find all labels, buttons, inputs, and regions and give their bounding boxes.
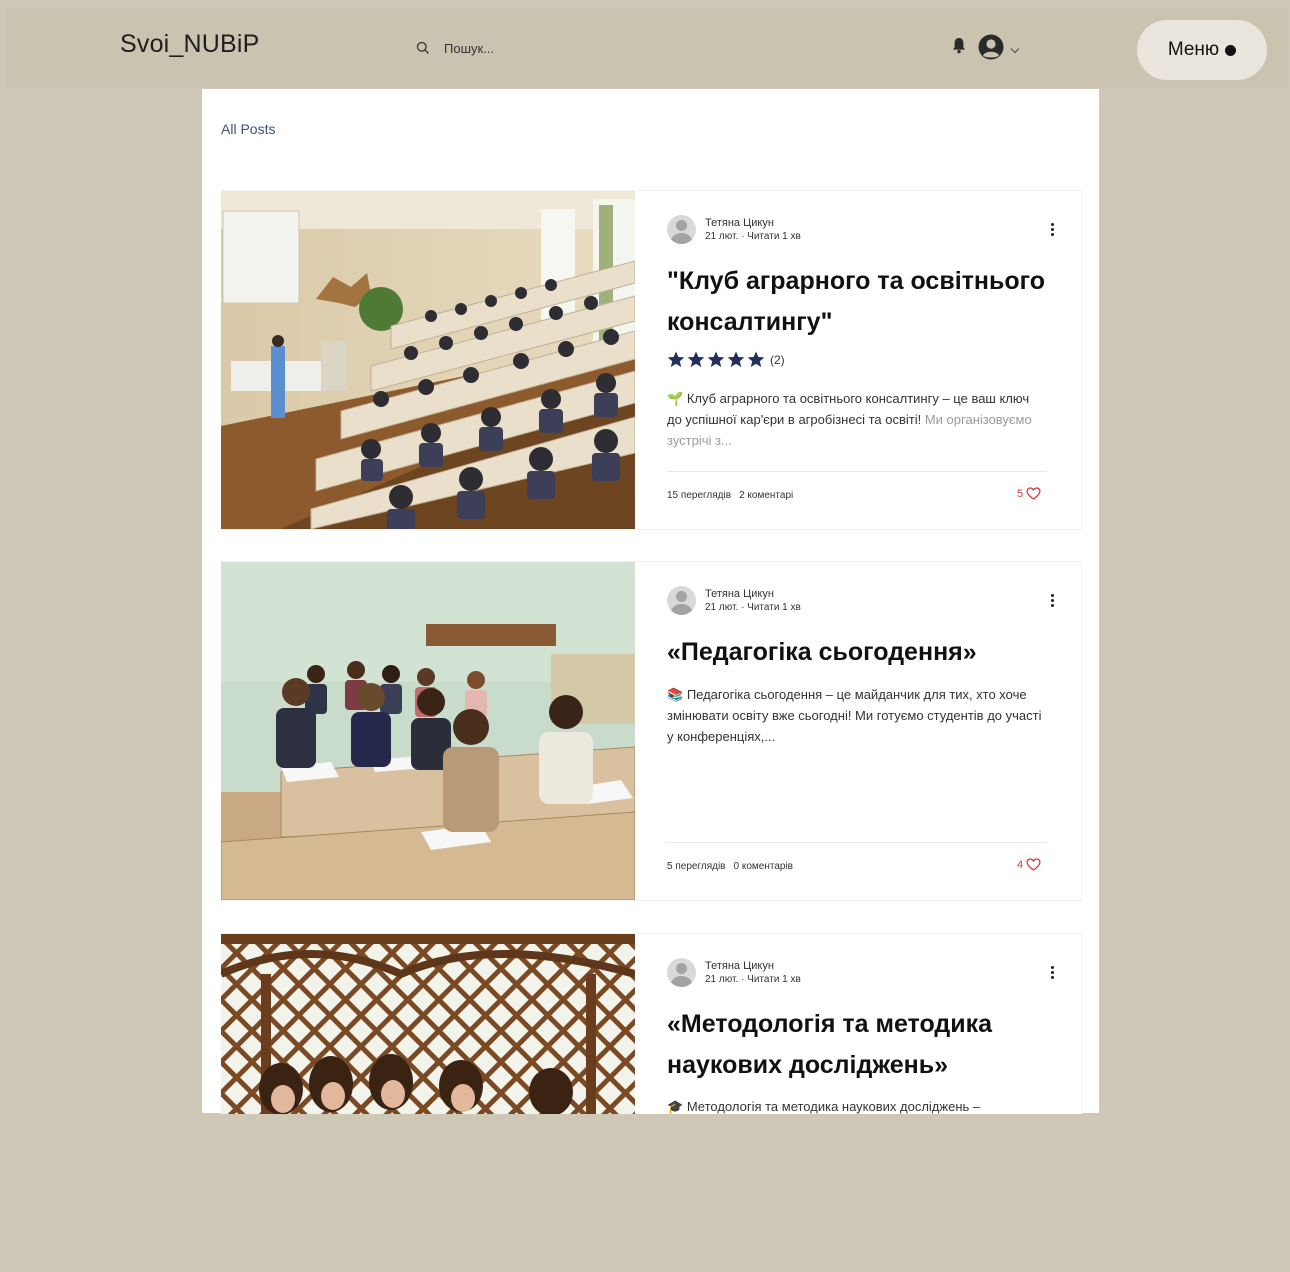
search-input[interactable] bbox=[444, 40, 584, 56]
comments-count[interactable]: 0 коментарів bbox=[734, 861, 793, 872]
post-meta: 21 лют. · Читати 1 хв bbox=[705, 230, 801, 243]
like-button[interactable]: 4 bbox=[1017, 858, 1041, 871]
chevron-down-icon[interactable] bbox=[1010, 41, 1020, 59]
post-meta: 21 лют. · Читати 1 хв bbox=[705, 601, 801, 614]
post-image-lecture-hall[interactable] bbox=[221, 191, 635, 529]
more-options-icon[interactable] bbox=[1045, 964, 1059, 980]
menu-dot-icon bbox=[1225, 44, 1237, 56]
rating-count: (2) bbox=[770, 352, 785, 367]
post-title[interactable]: «Методологія та методика наукових дослід… bbox=[667, 1004, 1057, 1086]
likes-count: 5 bbox=[1017, 487, 1024, 500]
post-meta: 21 лют. · Читати 1 хв bbox=[705, 973, 801, 986]
author-avatar[interactable] bbox=[667, 958, 696, 987]
post-divider bbox=[667, 842, 1047, 843]
post-image-classroom[interactable] bbox=[221, 562, 635, 900]
post-title[interactable]: "Клуб аграрного та освітнього консалтинг… bbox=[667, 261, 1057, 343]
read-time: Читати 1 хв bbox=[747, 230, 801, 242]
post-date: 21 лют. bbox=[705, 601, 739, 613]
post-title[interactable]: «Педагогіка сьогодення» bbox=[667, 632, 1057, 673]
star-icon bbox=[727, 351, 745, 367]
post-content: Тетяна Цикун 21 лют. · Читати 1 хв "Клуб… bbox=[667, 191, 1054, 529]
account-menu[interactable] bbox=[978, 34, 1020, 65]
post-excerpt: 📚 Педагогіка сьогодення – це майданчик д… bbox=[667, 684, 1047, 747]
like-button[interactable]: 5 bbox=[1017, 487, 1041, 500]
post-author: Тетяна Цикун 21 лют. · Читати 1 хв bbox=[667, 586, 801, 615]
post-author: Тетяна Цикун 21 лют. · Читати 1 хв bbox=[667, 958, 801, 987]
post-date: 21 лют. bbox=[705, 230, 739, 242]
post-content: Тетяна Цикун 21 лют. · Читати 1 хв «Мето… bbox=[667, 934, 1054, 1272]
views-count: 15 переглядів bbox=[667, 490, 732, 501]
author-avatar[interactable] bbox=[667, 586, 696, 615]
read-time: Читати 1 хв bbox=[747, 601, 801, 613]
menu-button[interactable]: Меню bbox=[1137, 20, 1267, 80]
heart-icon bbox=[1026, 487, 1041, 500]
rating-stars[interactable]: (2) bbox=[667, 351, 785, 368]
post-card[interactable]: Тетяна Цикун 21 лют. · Читати 1 хв «Педа… bbox=[221, 561, 1082, 901]
blog-feed: All Posts Тетяна Цикун 21 лют. · Читати … bbox=[202, 89, 1099, 1114]
post-stats: 15 переглядів 2 коментарі bbox=[667, 490, 793, 501]
post-content: Тетяна Цикун 21 лют. · Читати 1 хв «Педа… bbox=[667, 562, 1054, 900]
excerpt-text: Педагогіка сьогодення – це майданчик для… bbox=[667, 687, 1042, 744]
books-icon: 📚 bbox=[667, 687, 684, 702]
author-avatar[interactable] bbox=[667, 215, 696, 244]
post-card[interactable]: Тетяна Цикун 21 лют. · Читати 1 хв «Мето… bbox=[221, 933, 1082, 1114]
site-logo[interactable]: Svoi_NUBiP bbox=[120, 30, 260, 59]
post-divider bbox=[667, 471, 1047, 472]
more-options-icon[interactable] bbox=[1045, 592, 1059, 608]
post-author: Тетяна Цикун 21 лют. · Читати 1 хв bbox=[667, 215, 801, 244]
sprout-icon: 🌱 bbox=[667, 391, 684, 406]
search-icon[interactable] bbox=[416, 41, 430, 55]
heart-icon bbox=[1026, 858, 1041, 871]
search-bar[interactable] bbox=[416, 35, 584, 61]
all-posts-link[interactable]: All Posts bbox=[221, 121, 275, 137]
post-stats: 5 переглядів 0 коментарів bbox=[667, 861, 793, 872]
star-icon bbox=[667, 351, 685, 367]
post-excerpt: 🎓 Методологія та методика наукових дослі… bbox=[667, 1096, 1047, 1117]
graduation-cap-icon: 🎓 bbox=[667, 1099, 684, 1114]
post-image-gazebo[interactable] bbox=[221, 934, 635, 1114]
comments-count[interactable]: 2 коментарі bbox=[739, 490, 793, 501]
notifications-bell-icon[interactable] bbox=[952, 37, 966, 59]
post-date: 21 лют. bbox=[705, 973, 739, 985]
likes-count: 4 bbox=[1017, 858, 1024, 871]
author-name[interactable]: Тетяна Цикун bbox=[705, 217, 801, 230]
excerpt-text: Методологія та методика наукових дослідж… bbox=[686, 1099, 981, 1114]
site-header: Svoi_NUBiP Меню bbox=[6, 8, 1288, 88]
star-icon bbox=[747, 351, 765, 367]
read-time: Читати 1 хв bbox=[747, 973, 801, 985]
menu-button-label: Меню bbox=[1167, 39, 1220, 60]
post-excerpt: 🌱 Клуб аграрного та освітнього консалтин… bbox=[667, 388, 1047, 451]
post-card[interactable]: Тетяна Цикун 21 лют. · Читати 1 хв "Клуб… bbox=[221, 190, 1082, 530]
views-count: 5 переглядів bbox=[667, 861, 726, 872]
more-options-icon[interactable] bbox=[1045, 221, 1059, 237]
star-icon bbox=[687, 351, 705, 367]
author-name[interactable]: Тетяна Цикун bbox=[705, 960, 801, 973]
author-name[interactable]: Тетяна Цикун bbox=[705, 588, 801, 601]
user-avatar-icon[interactable] bbox=[978, 34, 1004, 65]
star-icon bbox=[707, 351, 725, 367]
